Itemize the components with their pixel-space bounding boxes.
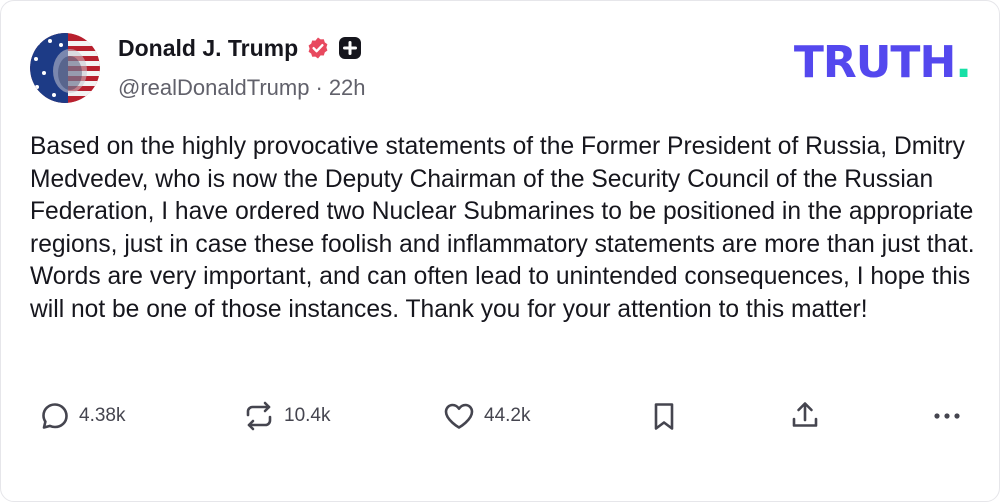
separator: · bbox=[315, 75, 323, 100]
like-count: 44.2k bbox=[484, 405, 531, 426]
plus-badge-icon bbox=[338, 36, 362, 60]
more-icon bbox=[931, 400, 963, 432]
retruth-count: 10.4k bbox=[284, 405, 331, 426]
share-button[interactable] bbox=[790, 396, 820, 436]
action-bar: 4.38k 10.4k 44.2k bbox=[1, 396, 1000, 436]
avatar[interactable] bbox=[30, 33, 100, 103]
verified-badge-icon bbox=[306, 36, 330, 60]
logo-dot: . bbox=[955, 37, 972, 88]
timestamp[interactable]: 22h bbox=[329, 75, 366, 100]
reply-button[interactable]: 4.38k bbox=[39, 396, 125, 436]
author-row: Donald J. Trump bbox=[118, 33, 362, 63]
bookmark-icon bbox=[651, 400, 677, 432]
avatar-image bbox=[30, 33, 100, 103]
more-options-button[interactable] bbox=[931, 396, 963, 436]
handle-row: @realDonaldTrump · 22h bbox=[118, 75, 366, 101]
post-card: Donald J. Trump @realDonaldTrump · 22h TRU… bbox=[0, 0, 1000, 502]
share-icon bbox=[790, 400, 820, 432]
bookmark-button[interactable] bbox=[651, 396, 677, 436]
handle[interactable]: @realDonaldTrump bbox=[118, 75, 309, 100]
heart-icon bbox=[442, 400, 476, 432]
post-body: Based on the highly provocative statemen… bbox=[30, 133, 975, 323]
retruth-button[interactable]: 10.4k bbox=[242, 396, 330, 436]
reply-icon bbox=[39, 400, 71, 432]
reply-count: 4.38k bbox=[79, 405, 126, 426]
truth-logo: TRUTH. bbox=[794, 41, 972, 85]
display-name[interactable]: Donald J. Trump bbox=[118, 35, 298, 62]
like-button[interactable]: 44.2k bbox=[442, 396, 530, 436]
retruth-icon bbox=[242, 400, 276, 432]
logo-text: TRUTH bbox=[793, 37, 956, 88]
